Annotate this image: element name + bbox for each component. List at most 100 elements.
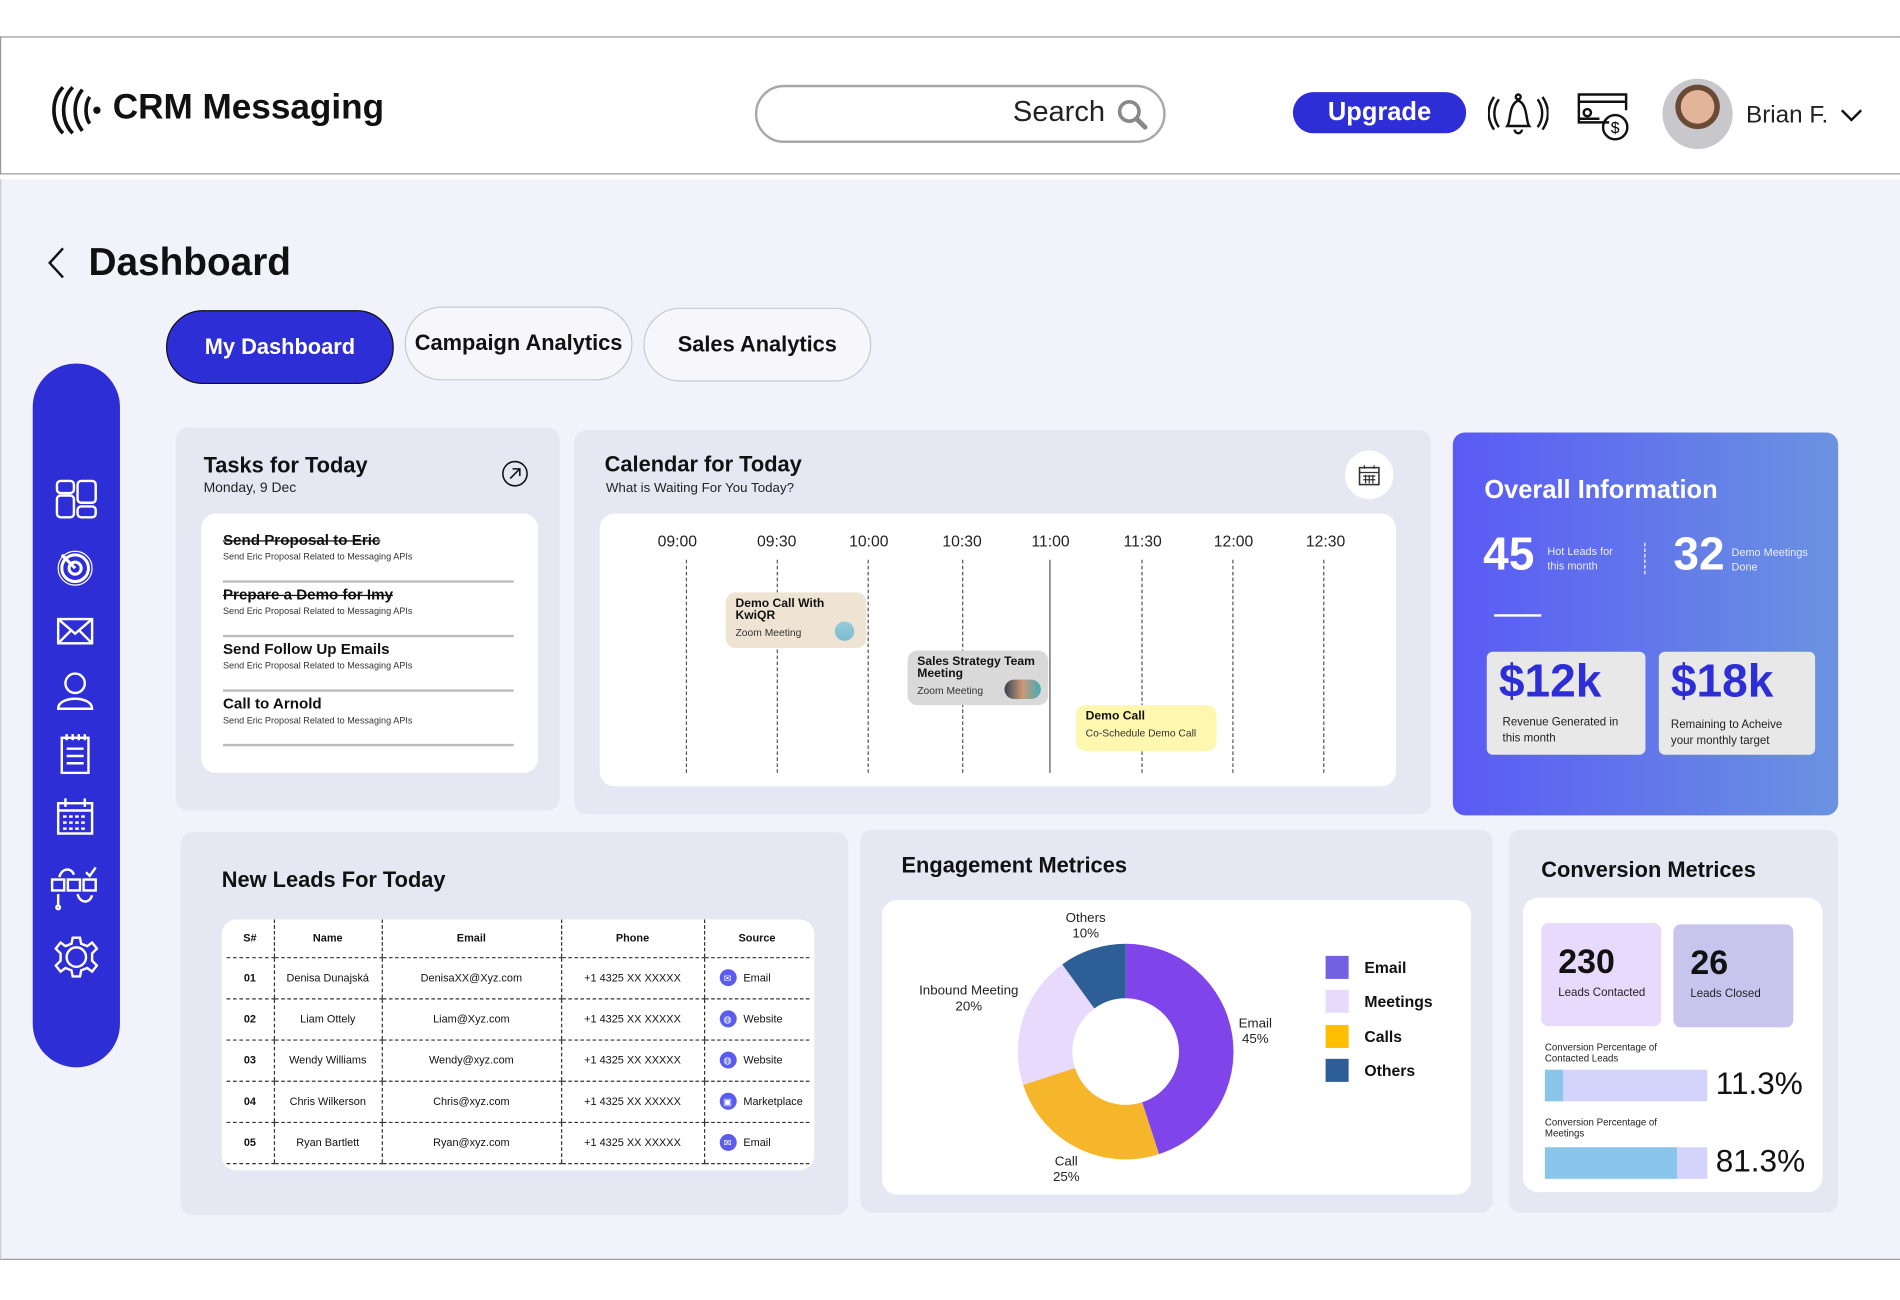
table-cell: 01 [226,957,274,999]
table-cell: +1 4325 XX XXXXX [560,998,704,1041]
source-label: Marketplace [743,1095,803,1108]
table-cell: +1 4325 XX XXXXX [560,1039,704,1082]
upgrade-button[interactable]: Upgrade [1292,92,1467,134]
website-icon: ◍ [719,1051,737,1069]
target-icon[interactable] [55,548,99,589]
table-cell: Ryan@xyz.com [381,1121,562,1164]
calendar-title: Calendar for Today [604,451,802,477]
notification-bell-icon[interactable] [1487,90,1549,138]
sidebar [32,363,120,1068]
attendee-avatars [1004,679,1041,700]
avatar[interactable] [1662,78,1733,150]
time-label: 12:00 [1213,531,1254,551]
search-placeholder: Search [1012,95,1106,129]
source-label: Email [743,1136,771,1149]
conversion-title: Conversion Metrices [1541,857,1756,882]
leads-contacted-label: Leads Contacted [1558,986,1646,1000]
tab-sales-analytics[interactable]: Sales Analytics [643,307,872,382]
open-external-icon[interactable] [500,459,529,488]
event-title: Demo Call With KwiQR [735,597,825,623]
leads-table: S# Name Email Phone Source 01 Denisa Dunajská D… [221,919,815,1171]
column-header: S# [226,919,274,958]
bar-label: Conversion Percentage of Contacted Leads [1544,1041,1657,1064]
table-row[interactable]: 02 Liam Ottely Liam@Xyz.com +1 4325 XX XXXX… [226,998,810,1041]
calendar-event[interactable]: Demo Call With KwiQR Zoom Meeting [725,592,867,649]
leads-contacted-value: 230 [1558,942,1615,981]
table-cell: Wendy Williams [273,1039,382,1082]
slice-label-email: Email 45% [1238,1016,1272,1047]
notes-icon[interactable] [55,733,99,775]
revenue-value: $12k [1498,656,1602,708]
search-input[interactable]: Search [754,84,1166,143]
column-header: Phone [560,919,704,958]
donut-slice-call [1023,1068,1159,1160]
table-row[interactable]: 03 Wendy Williams Wendy@xyz.com +1 4325 XX … [226,1039,810,1082]
table-row[interactable]: 05 Ryan Bartlett Ryan@xyz.com +1 4325 XX XX… [226,1121,810,1164]
task-item[interactable]: Send Proposal to Eric Send Eric Proposal … [222,529,514,583]
task-item[interactable]: Call to Arnold Send Eric Proposal Related… [222,693,514,747]
calendar-icon[interactable] [55,797,99,836]
app-title: CRM Messaging [112,88,385,128]
column-header: Email [381,919,562,958]
remaining-box: $18k Remaining to Acheive your monthly ta… [1658,651,1816,755]
table-cell: +1 4325 XX XXXXX [560,1121,704,1164]
legend-label: Meetings [1364,992,1433,1011]
task-item[interactable]: Send Follow Up Emails Send Eric Proposal … [222,638,514,692]
table-cell: Liam Ottely [273,998,382,1041]
table-cell: ▣ Marketplace [703,1080,810,1123]
chevron-down-icon[interactable] [1839,107,1863,124]
time-gridline [1232,559,1234,773]
task-title: Call to Arnold [222,695,322,713]
source-label: Website [743,1012,783,1025]
table-row[interactable]: 01 Denisa Dunajská DenisaXX@Xyz.com +1 4325… [226,957,810,999]
legend-swatch [1325,955,1349,979]
workflow-icon[interactable] [50,863,101,911]
calendar-button[interactable] [1344,450,1394,500]
settings-icon[interactable] [54,935,99,979]
email-icon: ✉ [719,1133,737,1151]
user-icon[interactable] [55,671,99,712]
search-icon[interactable] [1117,99,1149,130]
conversion-pct: 81.3% [1715,1142,1806,1179]
table-cell: Wendy@xyz.com [381,1039,562,1082]
calendar-event[interactable]: Sales Strategy Team Meeting Zoom Meeting [907,650,1049,706]
engagement-donut-chart [1017,943,1234,1160]
task-subtitle: Send Eric Proposal Related to Messaging … [222,714,413,726]
task-title: Send Proposal to Eric [222,531,381,549]
remaining-label: Remaining to Acheive your monthly target [1670,718,1783,748]
calendar-event[interactable]: Demo Call Co-Schedule Demo Call [1075,705,1217,752]
tab-my-dashboard[interactable]: My Dashboard [166,310,394,385]
dashboard-icon[interactable] [55,479,99,520]
billing-icon[interactable]: $ [1575,91,1631,142]
demo-meetings-value: 32 [1673,529,1725,581]
hot-leads-value: 45 [1483,529,1535,581]
mail-icon[interactable] [55,615,99,646]
calendar-subtitle: What is Waiting For You Today? [605,480,795,496]
legend-swatch [1325,989,1349,1013]
legend-swatch [1325,1024,1349,1048]
column-header: Source [703,919,810,958]
time-label: 12:30 [1305,531,1346,551]
user-name[interactable]: Brian F. [1746,102,1828,130]
divider [1644,542,1646,575]
table-row[interactable]: 04 Chris Wilkerson Chris@xyz.com +1 4325 XX… [226,1080,810,1123]
slice-label-inbound: Inbound Meeting 20% [919,983,1019,1015]
time-gridline [1323,559,1325,773]
legend-label: Email [1364,958,1407,977]
slice-label-others: Others 10% [1065,911,1106,942]
tab-campaign-analytics[interactable]: Campaign Analytics [404,306,633,381]
table-cell: ◍ Website [703,998,810,1041]
table-cell: 02 [226,998,274,1041]
table-cell: ◍ Website [703,1039,810,1082]
task-item[interactable]: Prepare a Demo for Imy Send Eric Proposal… [222,584,514,638]
event-type: Co-Schedule Demo Call [1085,726,1197,740]
source-label: Email [743,971,771,984]
back-chevron-icon[interactable] [46,246,68,280]
divider [1494,614,1542,617]
website-icon: ◍ [719,1010,737,1028]
engagement-title: Engagement Metrices [901,852,1127,878]
tasks-title: Tasks for Today [203,453,368,478]
leads-closed-label: Leads Closed [1690,987,1761,1001]
revenue-box: $12k Revenue Generated in this month [1486,651,1646,755]
source-label: Website [743,1054,783,1067]
